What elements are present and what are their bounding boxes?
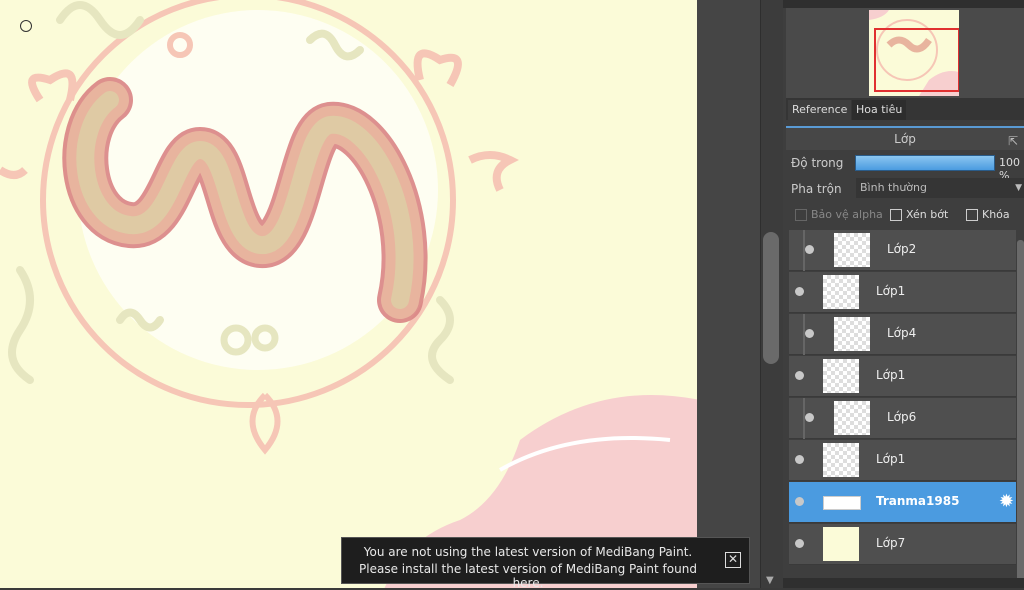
layer-thumbnail [823,359,859,393]
layers-panel-header: Lớp ⇱ [786,126,1024,150]
visibility-eye-icon[interactable] [795,455,804,464]
layer-name: Lớp4 [887,326,917,340]
checkbox-box [966,208,978,221]
layer-thumbnail [834,317,870,351]
layer-thumbnail [823,496,861,510]
layer-list: Lớp2 Lớp1 Lớp4 Lớp1 Lớp6 Lớp1 Tranma1985… [789,230,1016,588]
popout-icon[interactable]: ⇱ [1008,130,1018,152]
layer-row[interactable]: Lớp1 [789,440,1016,481]
layer-name: Tranma1985 [876,494,960,508]
opacity-slider[interactable] [855,155,995,171]
blend-mode-select[interactable]: Bình thường ▼ [856,178,1024,198]
layer-name: Lớp2 [887,242,917,256]
panel-top-toolbar [783,0,1024,8]
blend-mode-value: Bình thường [860,181,927,194]
update-notification[interactable]: You are not using the latest version of … [341,537,750,590]
visibility-eye-icon[interactable] [795,287,804,296]
protect-alpha-checkbox[interactable]: Bảo vệ alpha [795,208,883,221]
layer-thumbnail [823,527,859,561]
scrollbar-thumb[interactable] [763,232,779,364]
checkbox-box [795,208,807,221]
layer-name: Lớp7 [876,536,906,550]
layer-thumbnail [823,275,859,309]
notification-line-2: Please install the latest version of Med… [359,562,697,590]
layer-name: Lớp1 [876,284,906,298]
canvas-gutter [697,0,760,588]
navigator-thumbnail [869,10,959,96]
canvas-vertical-scrollbar[interactable]: ▼ [760,0,783,588]
visibility-eye-icon[interactable] [795,371,804,380]
reference-tab-bar: Reference Hoa tiêu [786,98,1024,120]
close-icon[interactable]: ✕ [725,552,741,568]
tab-navigator[interactable]: Hoa tiêu [852,100,907,120]
brush-cursor [20,20,32,32]
layer-list-scrollbar[interactable] [1017,240,1024,588]
artwork [0,0,697,588]
layer-thumbnail [834,233,870,267]
visibility-eye-icon[interactable] [805,413,814,422]
right-panel: Reference Hoa tiêu Lớp ⇱ Độ trong 100 % … [783,0,1024,588]
layer-thumbnail [823,443,859,477]
visibility-eye-icon[interactable] [795,497,804,506]
layers-panel-title: Lớp [894,132,916,146]
drawing-canvas[interactable] [0,0,697,588]
viewport-rectangle[interactable] [874,28,959,92]
blend-label: Pha trộn [791,182,842,196]
layer-name: Lớp6 [887,410,917,424]
layer-thumbnail [834,401,870,435]
layer-row[interactable]: Lớp7 [789,524,1016,565]
layer-row[interactable]: Lớp4 [789,314,1016,355]
layer-row[interactable]: Lớp2 [789,230,1016,271]
layer-name: Lớp1 [876,368,906,382]
layer-row[interactable]: Lớp1 [789,356,1016,397]
layer-name: Lớp1 [876,452,906,466]
navigator-preview[interactable] [786,8,1024,98]
notification-line-1: You are not using the latest version of … [363,545,693,559]
visibility-eye-icon[interactable] [805,245,814,254]
lock-checkbox[interactable]: Khóa [966,208,1010,221]
layer-row-selected[interactable]: Tranma1985 ✹ [789,482,1016,523]
layer-row[interactable]: Lớp6 [789,398,1016,439]
layer-row[interactable]: Lớp1 [789,272,1016,313]
opacity-label: Độ trong [791,156,844,170]
clipping-checkbox[interactable]: Xén bớt [890,208,948,221]
protect-alpha-label: Bảo vệ alpha [811,208,883,221]
checkbox-box [890,208,902,221]
visibility-eye-icon[interactable] [805,329,814,338]
gear-icon[interactable]: ✹ [999,491,1014,512]
clipping-label: Xén bớt [906,208,949,221]
visibility-eye-icon[interactable] [795,539,804,548]
chevron-down-icon: ▼ [1015,183,1022,193]
scroll-down-arrow-icon[interactable]: ▼ [766,575,774,586]
layer-panel-bottom-toolbar [783,578,1024,588]
layer-options: Bảo vệ alpha Xén bớt Khóa [795,208,1024,226]
tab-reference[interactable]: Reference [788,100,852,120]
lock-label: Khóa [982,208,1010,221]
